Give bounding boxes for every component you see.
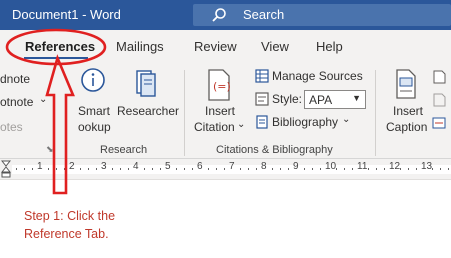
annotation-overlay (5, 28, 107, 195)
up-arrow-icon (45, 54, 75, 195)
